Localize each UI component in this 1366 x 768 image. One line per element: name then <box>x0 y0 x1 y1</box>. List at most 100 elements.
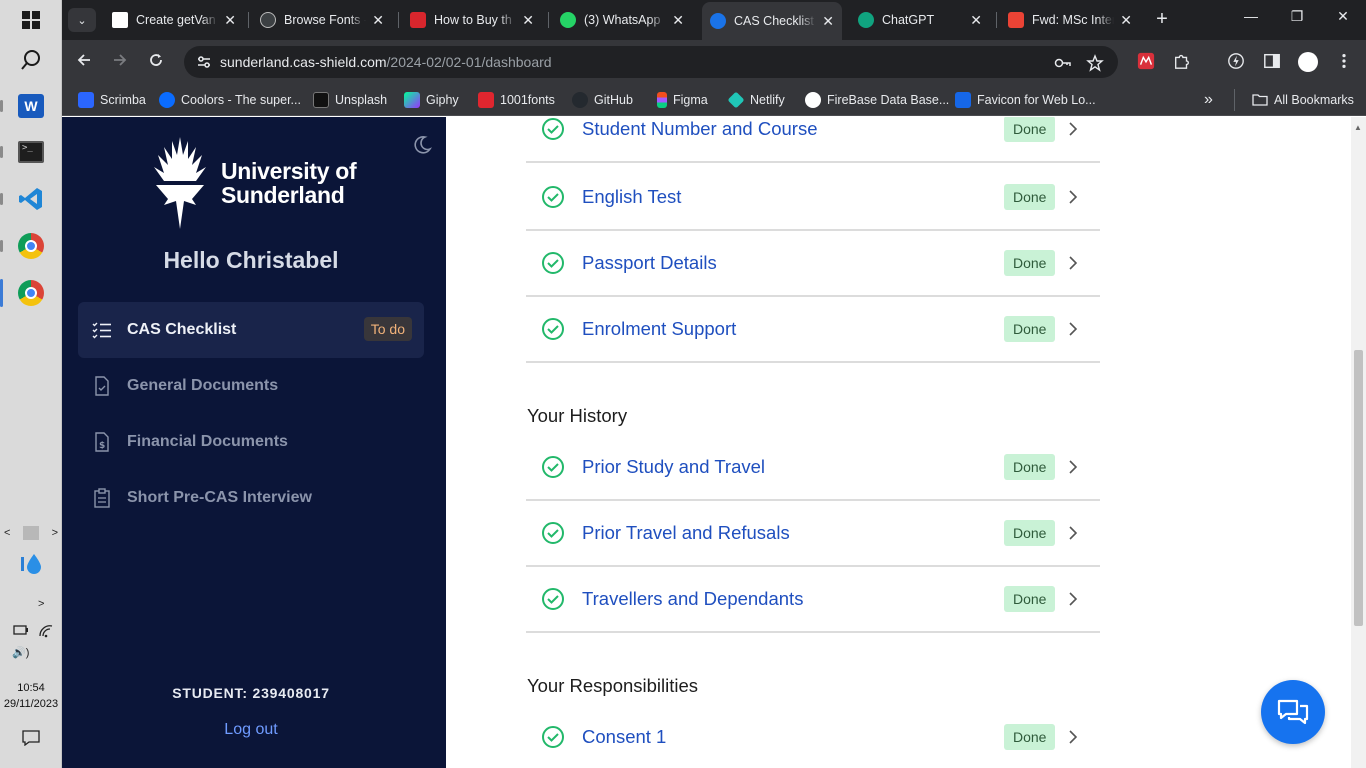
tab-whatsapp[interactable]: (3) WhatsApp ✕ <box>552 6 692 34</box>
tab-divider <box>398 12 399 28</box>
bookmark-unsplash[interactable]: Unsplash <box>313 91 387 109</box>
windows-start-button[interactable] <box>8 0 54 40</box>
giphy-icon <box>404 92 420 108</box>
tab-chatgpt[interactable]: ChatGPT ✕ <box>850 6 990 34</box>
new-tab-button[interactable]: + <box>1150 8 1174 31</box>
taskbar-chrome-button[interactable] <box>0 226 54 266</box>
extensions-puzzle-icon[interactable] <box>1172 52 1192 72</box>
checklist-item-prior-study-travel[interactable]: Prior Study and Travel Done <box>526 435 1100 501</box>
tab-how-to-buy[interactable]: How to Buy th ✕ <box>402 6 542 34</box>
chat-support-button[interactable] <box>1261 680 1325 744</box>
chrome-menu-icon[interactable] <box>1334 52 1354 72</box>
checklist-item-student-number[interactable]: Student Number and Course Done <box>526 117 1100 163</box>
mendeley-extension-icon[interactable] <box>1136 52 1156 72</box>
nav-cas-checklist[interactable]: CAS Checklist To do <box>78 302 424 358</box>
minimize-button[interactable]: — <box>1228 8 1274 24</box>
all-bookmarks-button[interactable]: All Bookmarks <box>1252 91 1354 109</box>
back-button[interactable] <box>72 50 96 74</box>
scroll-right-icon[interactable]: > <box>52 527 58 539</box>
reload-button[interactable] <box>144 50 168 74</box>
taskbar-vscode-button[interactable] <box>0 179 54 219</box>
browser-toolbar: sunderland.cas-shield.com/2024-02/02-01/… <box>62 40 1366 84</box>
performance-icon[interactable] <box>1226 52 1246 72</box>
bookmark-scrimba[interactable]: Scrimba <box>78 91 146 109</box>
tab-title: Fwd: MSc Inter <box>1032 13 1115 27</box>
taskbar-terminal-button[interactable]: >_ <box>0 132 54 172</box>
site-settings-icon[interactable] <box>196 54 212 70</box>
bookmark-1001fonts[interactable]: 1001fonts <box>478 91 555 109</box>
close-tab-icon[interactable]: ✕ <box>970 12 982 29</box>
chevron-right-icon <box>1069 122 1078 136</box>
taskbar-water-app-button[interactable] <box>8 544 54 584</box>
tray-expand-icon[interactable]: > <box>38 598 44 610</box>
bookmark-figma[interactable]: Figma <box>654 91 708 109</box>
profile-avatar-icon[interactable] <box>1298 52 1318 72</box>
checklist-item-passport-details[interactable]: Passport Details Done <box>526 231 1100 297</box>
search-icon <box>21 50 40 70</box>
tab-cas-checklist[interactable]: CAS Checklist ✕ <box>702 2 842 40</box>
checklist-item-enrolment-support[interactable]: Enrolment Support Done <box>526 297 1100 363</box>
clock-date: 29/11/2023 <box>3 698 59 710</box>
getvan-favicon-icon <box>112 12 128 28</box>
checklist-item-prior-travel-refusals[interactable]: Prior Travel and Refusals Done <box>526 501 1100 567</box>
bookmark-label: FireBase Data Base... <box>827 93 950 107</box>
wifi-icon[interactable] <box>38 624 54 638</box>
checklist-item-travellers-dependants[interactable]: Travellers and Dependants Done <box>526 567 1100 633</box>
close-tab-icon[interactable]: ✕ <box>672 12 684 29</box>
side-panel-icon[interactable] <box>1262 52 1282 72</box>
bookmarks-overflow-button[interactable]: » <box>1204 91 1213 109</box>
scroll-left-icon[interactable]: < <box>4 527 10 539</box>
battery-icon[interactable] <box>13 624 29 636</box>
page-scrollbar[interactable]: ▲ <box>1351 117 1366 768</box>
restore-button[interactable]: ❐ <box>1274 8 1320 25</box>
forward-button[interactable] <box>108 50 132 74</box>
nav-label: Short Pre-CAS Interview <box>127 489 312 506</box>
system-clock[interactable]: 10:54 29/11/2023 <box>0 680 62 712</box>
nav-label: Financial Documents <box>127 433 288 450</box>
tab-create-getvan[interactable]: Create getVan ✕ <box>104 6 244 34</box>
scroll-thumb[interactable] <box>23 526 39 540</box>
tab-search-button[interactable]: ⌄ <box>68 8 96 32</box>
close-window-button[interactable]: ✕ <box>1320 8 1366 25</box>
close-tab-icon[interactable]: ✕ <box>224 12 236 29</box>
close-tab-icon[interactable]: ✕ <box>822 13 834 30</box>
tab-browse-fonts[interactable]: Browse Fonts - ✕ <box>252 6 392 34</box>
volume-icon[interactable]: 🔊) <box>12 646 29 659</box>
close-tab-icon[interactable]: ✕ <box>522 12 534 29</box>
fonts-favicon-icon <box>260 12 276 28</box>
scroll-up-arrow-icon[interactable]: ▲ <box>1354 123 1362 132</box>
password-key-icon[interactable] <box>1054 54 1072 72</box>
checklist-item-label: Travellers and Dependants <box>582 588 804 609</box>
taskbar-search-button[interactable] <box>8 40 54 80</box>
address-bar[interactable]: sunderland.cas-shield.com/2024-02/02-01/… <box>184 46 1118 78</box>
tab-gmail[interactable]: Fwd: MSc Inter ✕ <box>1000 6 1140 34</box>
bookmark-star-icon[interactable] <box>1086 54 1104 72</box>
bookmark-github[interactable]: GitHub <box>572 91 633 109</box>
bookmark-giphy[interactable]: Giphy <box>404 91 459 109</box>
section-title-your-responsibilities: Your Responsibilities <box>527 675 699 696</box>
taskbar-scroller[interactable]: < > <box>0 524 62 542</box>
bookmark-coolors[interactable]: Coolors - The super... <box>159 91 301 109</box>
done-badge: Done <box>1004 724 1056 750</box>
taskbar-chrome-active-button[interactable] <box>0 273 54 313</box>
notifications-icon[interactable] <box>22 730 40 746</box>
bookmark-netlify[interactable]: Netlify <box>727 91 785 109</box>
checklist-item-label: Student Number and Course <box>582 118 818 139</box>
checklist-item-consent-1[interactable]: Consent 1 Done <box>526 705 1100 768</box>
nav-financial-documents[interactable]: $ Financial Documents <box>78 414 424 470</box>
logout-link[interactable]: Log out <box>62 721 440 739</box>
nav-general-documents[interactable]: General Documents <box>78 358 424 414</box>
tab-divider <box>548 12 549 28</box>
dark-mode-toggle-icon[interactable] <box>412 135 432 155</box>
bookmark-label: Favicon for Web Lo... <box>977 93 1096 107</box>
bookmark-favicon[interactable]: Favicon for Web Lo... <box>955 91 1096 109</box>
taskbar-word-button[interactable]: W <box>0 86 54 126</box>
check-circle-icon <box>542 186 564 208</box>
scrollbar-thumb[interactable] <box>1354 350 1363 626</box>
close-tab-icon[interactable]: ✕ <box>1120 12 1132 29</box>
close-tab-icon[interactable]: ✕ <box>372 12 384 29</box>
nav-short-pre-cas-interview[interactable]: Short Pre-CAS Interview <box>78 470 424 526</box>
bookmark-firebase[interactable]: FireBase Data Base... <box>805 91 949 109</box>
checklist-item-english-test[interactable]: English Test Done <box>526 165 1100 231</box>
folder-icon <box>1252 94 1268 106</box>
